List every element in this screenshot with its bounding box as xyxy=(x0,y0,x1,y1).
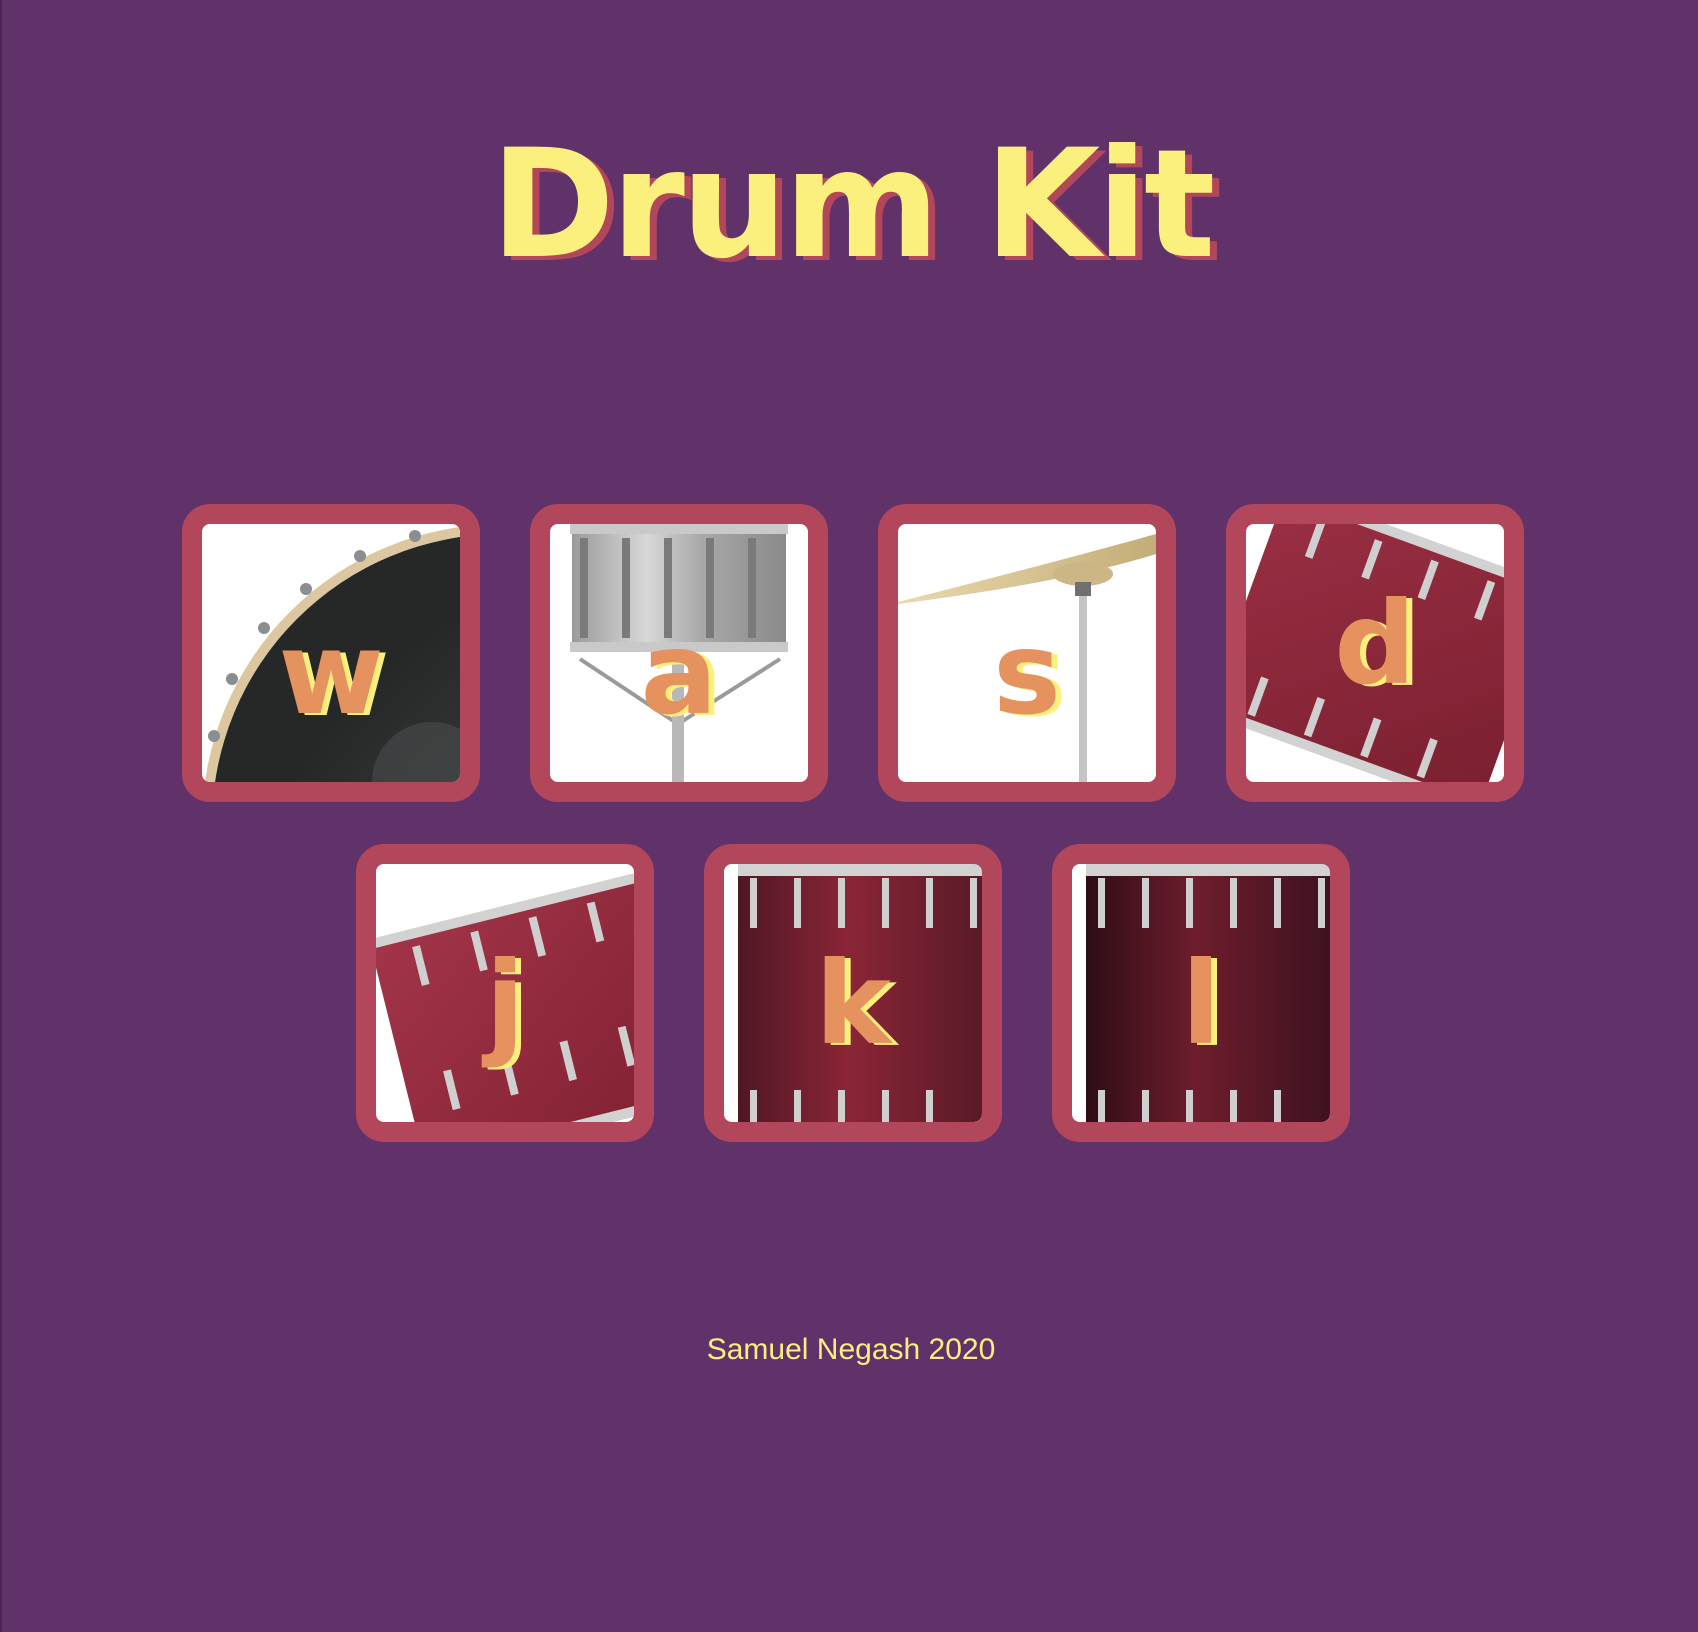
drum-key-label: d xyxy=(1334,577,1416,710)
drum-button-j[interactable]: j xyxy=(356,844,654,1142)
page-title: Drum Kit xyxy=(490,118,1215,292)
drum-button-d[interactable]: d xyxy=(1226,504,1524,802)
drum-button-l[interactable]: l xyxy=(1052,844,1350,1142)
drum-button-k[interactable]: k xyxy=(704,844,1002,1142)
drum-key-label: s xyxy=(993,607,1061,740)
drum-key-label: w xyxy=(278,607,384,740)
drum-button-a[interactable]: a xyxy=(530,504,828,802)
drum-button-w[interactable]: w xyxy=(182,504,480,802)
drum-key-label: k xyxy=(815,937,891,1070)
drum-key-label: a xyxy=(640,607,718,740)
drum-button-s[interactable]: s xyxy=(878,504,1176,802)
drum-key-label: l xyxy=(1181,937,1221,1070)
page: Drum Kit w a s d j k l Samuel Negash 202… xyxy=(0,0,1698,1632)
drum-key-label: j xyxy=(485,937,525,1070)
footer-credit: Samuel Negash 2020 xyxy=(706,1333,996,1366)
